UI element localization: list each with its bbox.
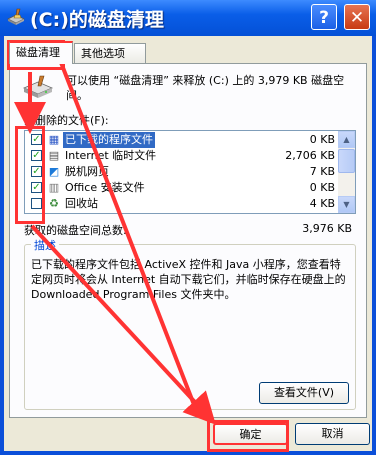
tab-disk-cleanup[interactable]: 磁盘清理: [9, 41, 73, 64]
file-size: 7 KB: [309, 165, 335, 178]
disk-cleanup-icon: [7, 8, 25, 25]
file-size: 0 KB: [309, 181, 335, 194]
scroll-down-icon[interactable]: ▼: [338, 196, 355, 213]
description-group: 描述 已下载的程序文件包括 ActiveX 控件和 Java 小程序，您查看特定…: [24, 237, 356, 410]
downloaded-program-icon: ▦: [48, 133, 60, 146]
offline-page-icon: ◩: [48, 165, 60, 178]
checkbox[interactable]: ✓: [31, 182, 42, 193]
cancel-button[interactable]: 取消: [295, 423, 370, 445]
file-size: 4 KB: [309, 197, 335, 210]
total-space-value: 3,976 KB: [302, 222, 352, 235]
view-files-button[interactable]: 查看文件(V): [259, 382, 349, 404]
file-name: Internet 临时文件: [65, 149, 157, 162]
scroll-thumb[interactable]: [338, 149, 355, 173]
recycle-bin-icon: ♻: [49, 197, 59, 210]
internet-temp-icon: ▤: [48, 149, 60, 162]
checkbox[interactable]: ✓: [31, 134, 42, 145]
ok-button[interactable]: 确定: [213, 423, 288, 445]
list-item[interactable]: ✓ ▤ Internet 临时文件 2,706 KB: [25, 148, 339, 164]
checkbox[interactable]: [31, 198, 42, 209]
file-name: Office 安装文件: [65, 181, 145, 194]
file-size: 2,706 KB: [285, 149, 335, 162]
total-space-label: 获取的磁盘空间总数:: [24, 224, 127, 237]
description-legend: 描述: [31, 237, 59, 253]
checkbox[interactable]: ✓: [31, 166, 42, 177]
description-text: 已下载的程序文件包括 ActiveX 控件和 Java 小程序，您查看特定网页时…: [31, 258, 346, 301]
tab-more-options[interactable]: 其他选项: [74, 43, 146, 63]
list-item[interactable]: ✓ ▥ Office 安装文件 0 KB: [25, 180, 339, 196]
files-to-delete-label: 要删除的文件(F):: [24, 114, 109, 127]
files-listbox[interactable]: ✓ ▦ 已下载的程序文件 0 KB ✓ ▤ Internet 临时文件 2,70…: [24, 130, 356, 214]
tab-panel: 可以使用 “磁盘清理” 来释放 (C:) 上的 3,979 KB 磁盘空间。 要…: [9, 63, 367, 418]
list-item[interactable]: ♻ 回收站 4 KB: [25, 196, 339, 212]
intro-text: 可以使用 “磁盘清理” 来释放 (C:) 上的 3,979 KB 磁盘空间。: [66, 74, 345, 102]
window-title: (C:)的磁盘清理: [30, 9, 164, 31]
list-scrollbar[interactable]: ▲ ▼: [338, 131, 355, 213]
drive-icon: [22, 75, 54, 98]
help-button[interactable]: ?: [311, 4, 337, 30]
file-name: 回收站: [65, 197, 98, 210]
file-size: 0 KB: [309, 133, 335, 146]
file-name: 脱机网页: [65, 165, 109, 178]
file-name: 已下载的程序文件: [63, 132, 155, 148]
title-bar: (C:)的磁盘清理 ? ✕: [0, 0, 376, 36]
dialog-client: 磁盘清理 其他选项 可以使用 “磁盘清理” 来释放 (C:) 上的 3,979 …: [4, 36, 372, 451]
close-button[interactable]: ✕: [344, 4, 370, 30]
list-item[interactable]: ✓ ◩ 脱机网页 7 KB: [25, 164, 339, 180]
office-setup-icon: ▥: [48, 181, 60, 194]
scroll-up-icon[interactable]: ▲: [338, 131, 355, 148]
list-item[interactable]: ✓ ▦ 已下载的程序文件 0 KB: [25, 132, 339, 148]
checkbox[interactable]: ✓: [31, 150, 42, 161]
